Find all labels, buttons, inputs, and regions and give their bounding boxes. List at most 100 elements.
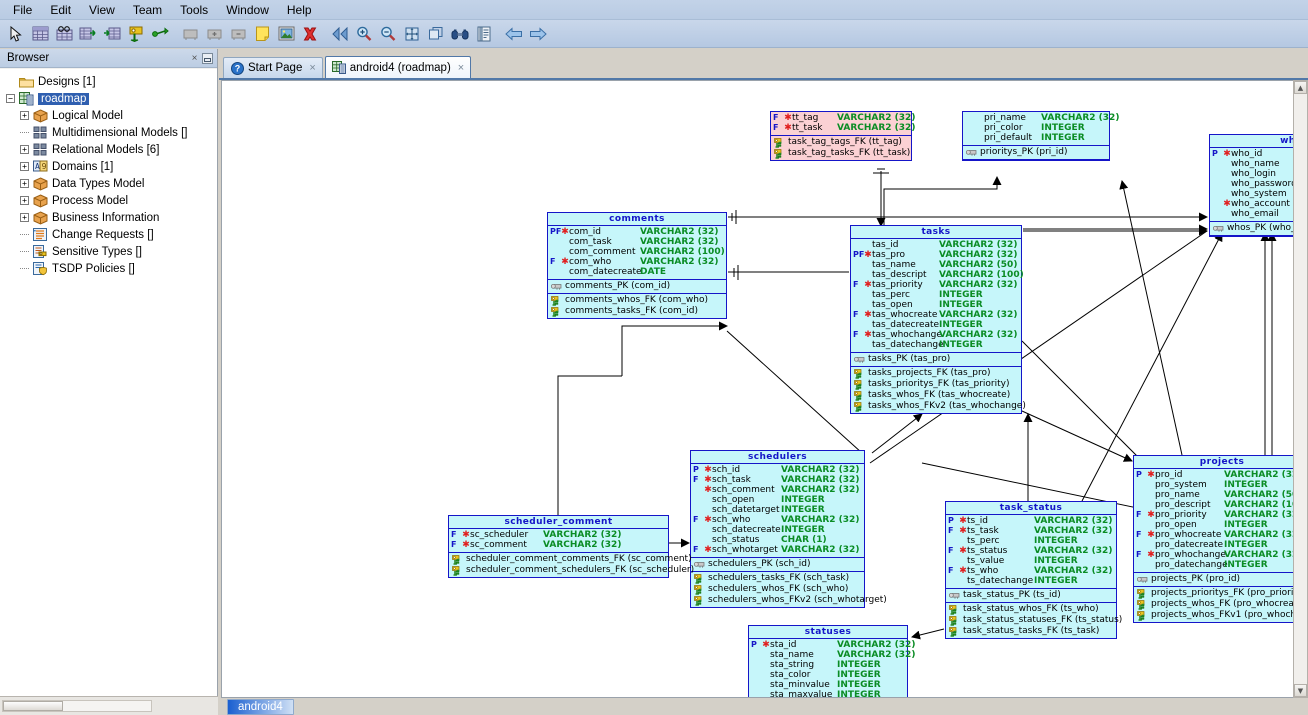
er-column: pro_name VARCHAR2 (50)	[1134, 490, 1307, 500]
tree-item-designs-1[interactable]: Designs [1]	[0, 73, 217, 90]
tree-item-relational-models-6[interactable]: + Relational Models [6]	[0, 141, 217, 158]
new-view-icon[interactable]	[53, 23, 75, 45]
box-plus-icon[interactable]	[203, 23, 225, 45]
forward-arrow-icon[interactable]	[527, 23, 549, 45]
export-table-icon[interactable]	[101, 23, 123, 45]
rewind-icon[interactable]	[329, 23, 351, 45]
column-name: com_comment	[569, 247, 636, 257]
tree-item-business-information[interactable]: + Business Information	[0, 209, 217, 226]
er-table-statuses[interactable]: statuses P ✱ sta_id VARCHAR2 (32) sta_name VAR…	[748, 625, 915, 697]
expand-icon[interactable]: +	[20, 179, 29, 188]
image-icon[interactable]	[275, 23, 297, 45]
er-table-schedulers[interactable]: schedulers P ✱ sch_id VARCHAR2 (32) F ✱ sch_tas…	[690, 450, 887, 608]
box-icon[interactable]	[179, 23, 201, 45]
er-column: pro_system INTEGER	[1134, 480, 1307, 490]
tree-item-multidimensional-models[interactable]: Multidimensional Models []	[0, 124, 217, 141]
status-badge[interactable]: android4	[227, 698, 294, 715]
er-foreign-key: comments_tasks_FK (com_id)	[548, 306, 726, 317]
er-primary-key: schedulers_PK (sch_id)	[691, 559, 864, 570]
menu-help[interactable]: Help	[278, 2, 321, 18]
grid-squares-icon	[32, 142, 48, 157]
report-icon[interactable]	[473, 23, 495, 45]
tree-item-roadmap[interactable]: − roadmap	[0, 90, 217, 107]
minimize-icon[interactable]	[201, 52, 214, 65]
tree-item-label: Logical Model	[52, 109, 123, 122]
grid-squares-icon	[32, 125, 48, 140]
restore-icon[interactable]	[425, 23, 447, 45]
new-table-icon[interactable]	[29, 23, 51, 45]
zoom-out-icon[interactable]	[377, 23, 399, 45]
import-table-icon[interactable]	[77, 23, 99, 45]
tree-item-process-model[interactable]: + Process Model	[0, 192, 217, 209]
column-name: tas_whocreate	[872, 310, 938, 320]
er-table-tasks[interactable]: tasks tas_id VARCHAR2 (32) PF ✱ tas_pro VARCHA…	[850, 225, 1026, 414]
er-column: pro_datechange INTEGER	[1134, 560, 1307, 570]
expand-icon[interactable]: +	[20, 145, 29, 154]
er-foreign-key: task_status_tasks_FK (ts_task)	[946, 626, 1116, 637]
expand-icon[interactable]: +	[20, 111, 29, 120]
menu-team[interactable]: Team	[124, 2, 171, 18]
foreign-key-label: scheduler_comment_schedulers_FK (sc_sche…	[466, 565, 695, 575]
collapse-icon[interactable]: −	[6, 94, 15, 103]
er-column: pro_open INTEGER	[1134, 520, 1307, 530]
menu-file[interactable]: File	[4, 2, 41, 18]
er-diagram: F ✱ tt_tag VARCHAR2 (32) F ✱ tt_task VARCHAR2 (…	[222, 81, 1307, 697]
column-name: sc_comment	[470, 540, 527, 550]
expand-icon[interactable]: +	[20, 196, 29, 205]
tab-start-page[interactable]: ? Start Page ×	[223, 57, 323, 78]
scroll-up-arrow[interactable]: ▲	[1294, 81, 1307, 94]
box-minus-icon[interactable]	[227, 23, 249, 45]
fit-icon[interactable]	[401, 23, 423, 45]
zoom-in-icon[interactable]	[353, 23, 375, 45]
column-name: tas_priority	[872, 280, 923, 290]
er-table-projects[interactable]: projects P ✱ pro_id VARCHAR2 (32) pro_system I…	[1133, 455, 1307, 623]
scroll-down-arrow[interactable]: ▼	[1294, 684, 1307, 697]
tree-item-domains-1[interactable]: + A 9 Domains [1]	[0, 158, 217, 175]
menu-edit[interactable]: Edit	[41, 2, 80, 18]
relation-icon[interactable]	[149, 23, 171, 45]
tree-item-data-types-model[interactable]: + Data Types Model	[0, 175, 217, 192]
tree-item-sensitive-types[interactable]: Sensitive Types []	[0, 243, 217, 260]
back-arrow-icon[interactable]	[503, 23, 525, 45]
er-column: F ✱ com_who VARCHAR2 (32)	[548, 257, 726, 267]
er-table-scheduler_comment[interactable]: scheduler_comment F ✱ sc_scheduler VARCHAR2 …	[448, 515, 694, 578]
search-binoculars-icon[interactable]	[449, 23, 471, 45]
column-name: pro_system	[1155, 480, 1207, 490]
column-name: pro_whochange	[1155, 550, 1226, 560]
tree-item-tsdp-policies[interactable]: TSDP Policies []	[0, 260, 217, 277]
model-cube-icon	[32, 193, 48, 208]
er-column: F ✱ pro_priority VARCHAR2 (32)	[1134, 510, 1307, 520]
tree-item-change-requests[interactable]: Change Requests []	[0, 226, 217, 243]
note-icon[interactable]	[251, 23, 273, 45]
menu-tools[interactable]: Tools	[171, 2, 217, 18]
er-table-comments[interactable]: comments PF ✱ com_id VARCHAR2 (32) com_task VA…	[547, 212, 727, 319]
tab-close-icon[interactable]: ×	[458, 62, 464, 74]
er-table-prioritys[interactable]: pri_name VARCHAR2 (32) pri_color INTEGER pri…	[962, 111, 1119, 161]
key-icon[interactable]	[125, 23, 147, 45]
foreign-key-label: tasks_projects_FK (tas_pro)	[868, 368, 991, 378]
column-key-flag: F	[550, 257, 556, 266]
browser-horizontal-scrollbar[interactable]	[2, 700, 152, 712]
er-table-task_status[interactable]: task_status P ✱ ts_id VARCHAR2 (32) F ✱ ts_task…	[945, 501, 1122, 639]
browser-tree[interactable]: Designs [1] − roadmap + Logical Model Multidi…	[0, 69, 217, 696]
tab-android4-roadmap[interactable]: android4 (roadmap) ×	[324, 56, 472, 78]
column-key-flag: PF	[853, 250, 865, 259]
tree-item-logical-model[interactable]: + Logical Model	[0, 107, 217, 124]
canvas-vertical-scrollbar[interactable]: ▲ ▼	[1293, 80, 1308, 698]
expand-icon[interactable]: +	[20, 162, 29, 171]
delete-icon[interactable]	[299, 23, 321, 45]
menu-view[interactable]: View	[80, 2, 124, 18]
select-pointer-icon[interactable]	[5, 23, 27, 45]
tab-close-icon[interactable]: ×	[309, 62, 315, 74]
er-foreign-key: scheduler_comment_comments_FK (sc_commen…	[449, 554, 692, 565]
er-column: pri_name VARCHAR2 (32)	[963, 113, 1119, 123]
column-name: ts_task	[967, 526, 999, 536]
close-icon[interactable]: ×	[188, 52, 201, 65]
expand-icon[interactable]: +	[20, 213, 29, 222]
menu-window[interactable]: Window	[217, 2, 278, 18]
primary-key-label: tasks_PK (tas_pro)	[868, 354, 951, 364]
er-table-task_tag[interactable]: F ✱ tt_tag VARCHAR2 (32) F ✱ tt_task VARCHAR2 (…	[770, 111, 915, 161]
diagram-canvas[interactable]: F ✱ tt_tag VARCHAR2 (32) F ✱ tt_task VARCHAR2 (…	[221, 80, 1308, 698]
column-datatype: VARCHAR2 (32)	[781, 485, 860, 495]
er-table-foreign-keys: comments_whos_FK (com_who) comments_tasks…	[548, 294, 726, 318]
